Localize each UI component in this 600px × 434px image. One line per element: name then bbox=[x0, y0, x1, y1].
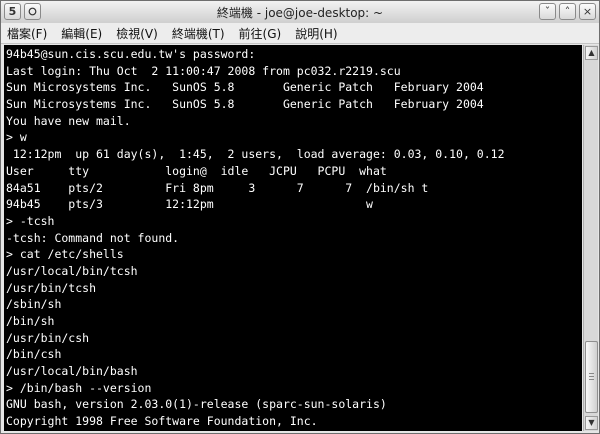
terminal-screen[interactable]: 94b45@sun.cis.scu.edu.tw's password: Las… bbox=[4, 45, 582, 431]
terminal-line: /usr/bin/tcsh bbox=[6, 280, 97, 295]
terminal-line: Sun Microsystems Inc. SunOS 5.8 Generic … bbox=[6, 80, 484, 95]
terminal-line: /usr/local/bin/tcsh bbox=[6, 263, 138, 278]
scrollbar-thumb[interactable] bbox=[585, 341, 598, 413]
grip-line bbox=[589, 379, 594, 380]
terminal-line: User tty login@ idle JCPU PCPU what bbox=[6, 163, 387, 178]
prompt-line[interactable]: > bbox=[6, 430, 582, 432]
menu-edit[interactable]: 編輯(E) bbox=[61, 25, 102, 42]
terminal-line: /bin/csh bbox=[6, 347, 62, 362]
terminal-line: 94b45 pts/3 12:12pm w bbox=[6, 197, 373, 212]
menu-help[interactable]: 說明(H) bbox=[295, 25, 337, 42]
menu-file[interactable]: 檔案(F) bbox=[7, 25, 47, 42]
terminal-line: > /bin/bash --version bbox=[6, 380, 152, 395]
terminal-line: /usr/local/bin/bash bbox=[6, 364, 138, 379]
terminal-line: -tcsh: Command not found. bbox=[6, 230, 180, 245]
terminal-line: > cat /etc/shells bbox=[6, 247, 124, 262]
vertical-scrollbar[interactable]: ▲ ▼ bbox=[583, 45, 598, 431]
scroll-down-arrow-icon[interactable]: ▼ bbox=[585, 416, 598, 430]
terminal-line: Sun Microsystems Inc. SunOS 5.8 Generic … bbox=[6, 97, 484, 112]
terminal-output: 94b45@sun.cis.scu.edu.tw's password: Las… bbox=[6, 46, 582, 431]
menu-bar: 檔案(F) 編輯(E) 檢視(V) 終端機(T) 前往(G) 說明(H) bbox=[1, 23, 599, 44]
terminal-line: 84a51 pts/2 Fri 8pm 3 7 7 /bin/sh t bbox=[6, 180, 429, 195]
menu-view[interactable]: 檢視(V) bbox=[116, 25, 158, 42]
terminal-line: /usr/bin/csh bbox=[6, 330, 90, 345]
terminal-line: 12:12pm up 61 day(s), 1:45, 2 users, loa… bbox=[6, 147, 505, 162]
terminal-line: 94b45@sun.cis.scu.edu.tw's password: bbox=[6, 47, 256, 61]
grip-line bbox=[589, 373, 594, 374]
terminal-line: GNU bash, version 2.03.0(1)-release (spa… bbox=[6, 397, 387, 412]
title-bar[interactable]: 5 終端機 - joe@joe-desktop: ~ ˇ ˄ × bbox=[1, 1, 599, 24]
terminal-line: Copyright 1998 Free Software Foundation,… bbox=[6, 414, 318, 429]
menu-terminal[interactable]: 終端機(T) bbox=[172, 25, 225, 42]
grip-line bbox=[589, 376, 594, 377]
window-title: 終端機 - joe@joe-desktop: ~ bbox=[216, 6, 384, 20]
terminal-line: > w bbox=[6, 130, 27, 145]
terminal-line: /sbin/sh bbox=[6, 297, 62, 312]
terminal-line: You have new mail. bbox=[6, 113, 131, 128]
menu-go[interactable]: 前往(G) bbox=[239, 25, 282, 42]
terminal-window: 5 終端機 - joe@joe-desktop: ~ ˇ ˄ × 檔案(F) 編… bbox=[0, 0, 600, 434]
close-button[interactable]: × bbox=[579, 3, 596, 20]
terminal-line: > -tcsh bbox=[6, 213, 55, 228]
scroll-up-arrow-icon[interactable]: ▲ bbox=[585, 46, 598, 60]
terminal-line: Last login: Thu Oct 2 11:00:47 2008 from… bbox=[6, 63, 401, 78]
shell-prompt: > bbox=[6, 430, 13, 432]
terminal-line: /bin/sh bbox=[6, 314, 55, 328]
minimize-button[interactable]: ˇ bbox=[539, 3, 556, 20]
maximize-button[interactable]: ˄ bbox=[559, 3, 576, 20]
